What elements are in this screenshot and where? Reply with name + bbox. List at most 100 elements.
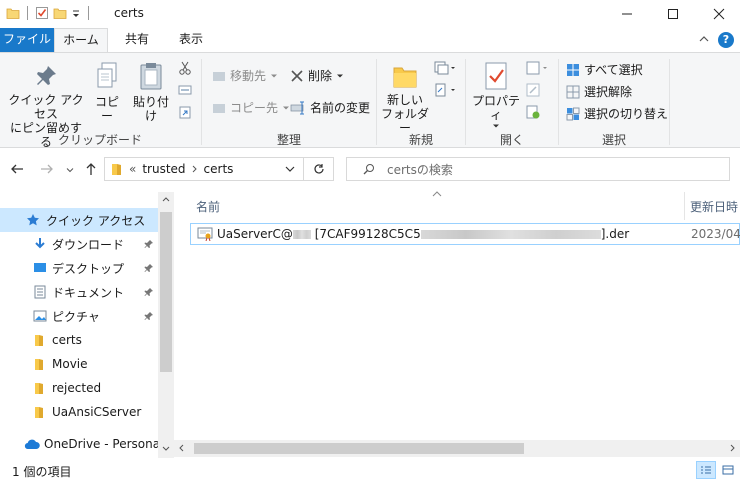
pin-icon[interactable] (144, 287, 154, 297)
chevron-right-icon[interactable] (192, 165, 198, 173)
rename-button[interactable]: 名前の変更 (290, 99, 370, 116)
new-item-icon[interactable] (434, 61, 456, 75)
nav-pane-scrollbar[interactable] (158, 192, 174, 458)
nav-item-onedrive[interactable]: OneDrive - Personal (0, 432, 163, 456)
navigation-pane: クイック アクセス ダウンロード デスクトップ ドキュメント ピクチャ cert… (0, 192, 174, 458)
address-row: « trusted certs certsの検索 (0, 148, 740, 192)
select-all-label: すべて選択 (584, 63, 643, 77)
large-icons-view-button[interactable] (718, 461, 738, 479)
edit-icon[interactable] (526, 83, 540, 97)
nav-item-uaansicserver[interactable]: UaAnsiCServer (0, 400, 158, 424)
breadcrumb-overflow[interactable]: « (129, 162, 136, 176)
search-icon (363, 163, 375, 175)
address-bar[interactable]: « trusted certs (104, 157, 304, 181)
move-to-button[interactable]: 移動先 (212, 67, 278, 84)
refresh-button[interactable] (304, 157, 334, 181)
folder-icon (111, 162, 123, 176)
ribbon: クイック アクセス にピン留めする コピー 貼り付け クリップボード 移動先 コ… (0, 52, 740, 149)
ribbon-collapse-icon[interactable] (698, 33, 710, 45)
properties-button[interactable]: プロパティ (470, 61, 522, 130)
history-icon[interactable] (526, 105, 540, 119)
nav-item-certs[interactable]: certs (0, 328, 158, 352)
breadcrumb-trusted[interactable]: trusted (142, 162, 185, 176)
invert-selection-icon (566, 107, 580, 121)
select-none-icon (566, 85, 580, 99)
help-icon[interactable]: ? (718, 32, 734, 48)
nav-item-documents[interactable]: ドキュメント (0, 280, 158, 304)
recent-locations-icon[interactable] (66, 166, 74, 174)
breadcrumb-certs[interactable]: certs (204, 162, 234, 176)
scroll-thumb[interactable] (194, 443, 524, 454)
back-arrow-icon[interactable] (10, 162, 24, 176)
nav-item-label: Movie (52, 357, 88, 371)
paste-shortcut-icon[interactable] (178, 105, 192, 119)
tab-file[interactable]: ファイル (0, 28, 54, 52)
paste-label: 貼り付け (132, 95, 169, 123)
copy-button[interactable]: コピー (90, 61, 124, 123)
details-view-button[interactable] (696, 461, 716, 479)
sort-ascending-icon (432, 191, 442, 197)
search-placeholder: certsの検索 (387, 162, 453, 177)
delete-button[interactable]: 削除 (290, 67, 344, 84)
pin-icon[interactable] (144, 311, 154, 321)
column-header-name[interactable]: 名前 (196, 198, 220, 215)
tab-view[interactable]: 表示 (166, 28, 216, 52)
nav-item-downloads[interactable]: ダウンロード (0, 232, 158, 256)
nav-item-label: certs (52, 333, 82, 347)
horizontal-scrollbar[interactable] (174, 440, 740, 457)
nav-item-desktop[interactable]: デスクトップ (0, 256, 158, 280)
invert-selection-label: 選択の切り替え (584, 107, 669, 121)
chevron-down-icon (282, 104, 290, 112)
nav-item-pictures[interactable]: ピクチャ (0, 304, 158, 328)
pin-label-line1: クイック アクセス (8, 93, 84, 121)
easy-access-icon[interactable] (434, 83, 456, 97)
open-icon[interactable] (526, 61, 548, 75)
title-bar: certs (0, 0, 740, 28)
scroll-up-icon[interactable] (162, 196, 170, 202)
cloud-icon (24, 438, 40, 450)
select-all-button[interactable]: すべて選択 (566, 61, 643, 78)
pin-icon[interactable] (144, 263, 154, 273)
new-folder-quick-icon[interactable] (53, 6, 67, 20)
column-header-date[interactable]: 更新日時 (690, 198, 738, 215)
search-input[interactable]: certsの検索 (346, 157, 730, 181)
nav-item-movie[interactable]: Movie (0, 352, 158, 376)
table-row[interactable]: UaServerC@ [7CAF99128C5C5].der 2023/04/ (190, 223, 740, 245)
forward-arrow-icon[interactable] (40, 162, 54, 176)
minimize-button[interactable] (604, 0, 650, 28)
rename-icon (290, 101, 306, 115)
up-arrow-icon[interactable] (84, 162, 98, 176)
copy-path-icon[interactable] (178, 83, 192, 97)
properties-icon (470, 61, 522, 91)
scroll-down-icon[interactable] (162, 446, 170, 452)
paste-button[interactable]: 貼り付け (128, 61, 174, 123)
cut-icon[interactable] (178, 61, 192, 75)
chevron-down-icon (270, 72, 278, 80)
scroll-right-icon[interactable] (730, 444, 736, 452)
tab-home[interactable]: ホーム (54, 28, 108, 53)
new-folder-button[interactable]: 新しい フォルダー (380, 61, 430, 135)
folder-icon (34, 381, 44, 395)
scroll-left-icon[interactable] (178, 444, 184, 452)
invert-selection-button[interactable]: 選択の切り替え (566, 105, 668, 122)
item-count: 1 個の項目 (12, 465, 72, 479)
copy-to-button[interactable]: コピー先 (212, 99, 290, 116)
chevron-down-icon (336, 72, 344, 80)
properties-quick-icon[interactable] (35, 6, 49, 20)
chevron-down-icon[interactable] (285, 165, 295, 173)
pin-icon[interactable] (144, 239, 154, 249)
download-icon (34, 237, 46, 251)
file-name-mid: [7CAF99128C5C5 (310, 227, 421, 241)
rename-label: 名前の変更 (310, 101, 371, 115)
close-button[interactable] (696, 0, 740, 28)
nav-item-quick-access[interactable]: クイック アクセス (0, 208, 158, 232)
qat-dropdown-icon[interactable] (71, 6, 81, 20)
nav-item-rejected[interactable]: rejected (0, 376, 158, 400)
tab-share[interactable]: 共有 (112, 28, 162, 52)
paste-icon (128, 61, 174, 91)
maximize-button[interactable] (650, 0, 696, 28)
ribbon-tabs: ファイル ホーム 共有 表示 ? (0, 28, 740, 53)
move-to-label: 移動先 (230, 69, 267, 83)
scroll-thumb[interactable] (160, 212, 172, 372)
select-none-button[interactable]: 選択解除 (566, 83, 632, 100)
